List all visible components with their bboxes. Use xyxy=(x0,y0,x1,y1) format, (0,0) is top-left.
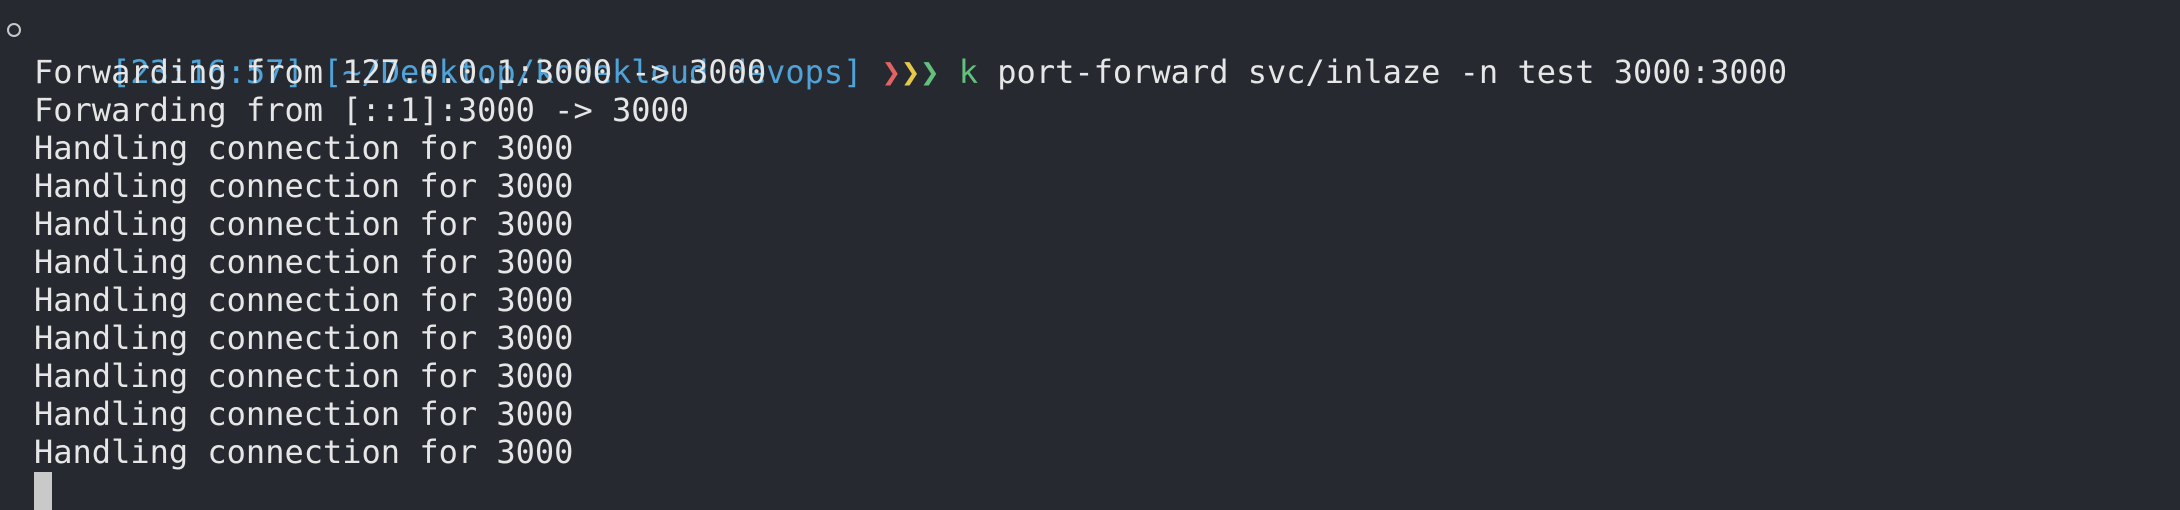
command-alias: k xyxy=(958,53,979,91)
output-line: Handling connection for 3000 xyxy=(34,319,574,357)
output-line: Handling connection for 3000 xyxy=(34,395,574,433)
chevron-yellow-icon: ❯ xyxy=(900,53,921,91)
output-line: Handling connection for 3000 xyxy=(34,129,574,167)
text-cursor[interactable] xyxy=(34,472,52,510)
output-line: Handling connection for 3000 xyxy=(34,281,574,319)
output-line: Handling connection for 3000 xyxy=(34,433,574,471)
prompt-line: [23:16:57] [~/Desktop/kodekloud devops] … xyxy=(34,15,1787,91)
output-line: Forwarding from 127.0.0.1:3000 -> 3000 xyxy=(34,53,767,91)
output-line: Handling connection for 3000 xyxy=(34,357,574,395)
prompt-marker-icon xyxy=(7,23,21,37)
output-line: Handling connection for 3000 xyxy=(34,243,574,281)
command-args: port-forward svc/inlaze -n test 3000:300… xyxy=(997,53,1788,91)
terminal-window[interactable]: [23:16:57] [~/Desktop/kodekloud devops] … xyxy=(0,0,2180,510)
chevron-green-icon: ❯ xyxy=(920,53,940,91)
output-line: Handling connection for 3000 xyxy=(34,167,574,205)
output-line: Forwarding from [::1]:3000 -> 3000 xyxy=(34,91,690,129)
output-line: Handling connection for 3000 xyxy=(34,205,574,243)
chevron-red-icon: ❯ xyxy=(881,53,901,91)
